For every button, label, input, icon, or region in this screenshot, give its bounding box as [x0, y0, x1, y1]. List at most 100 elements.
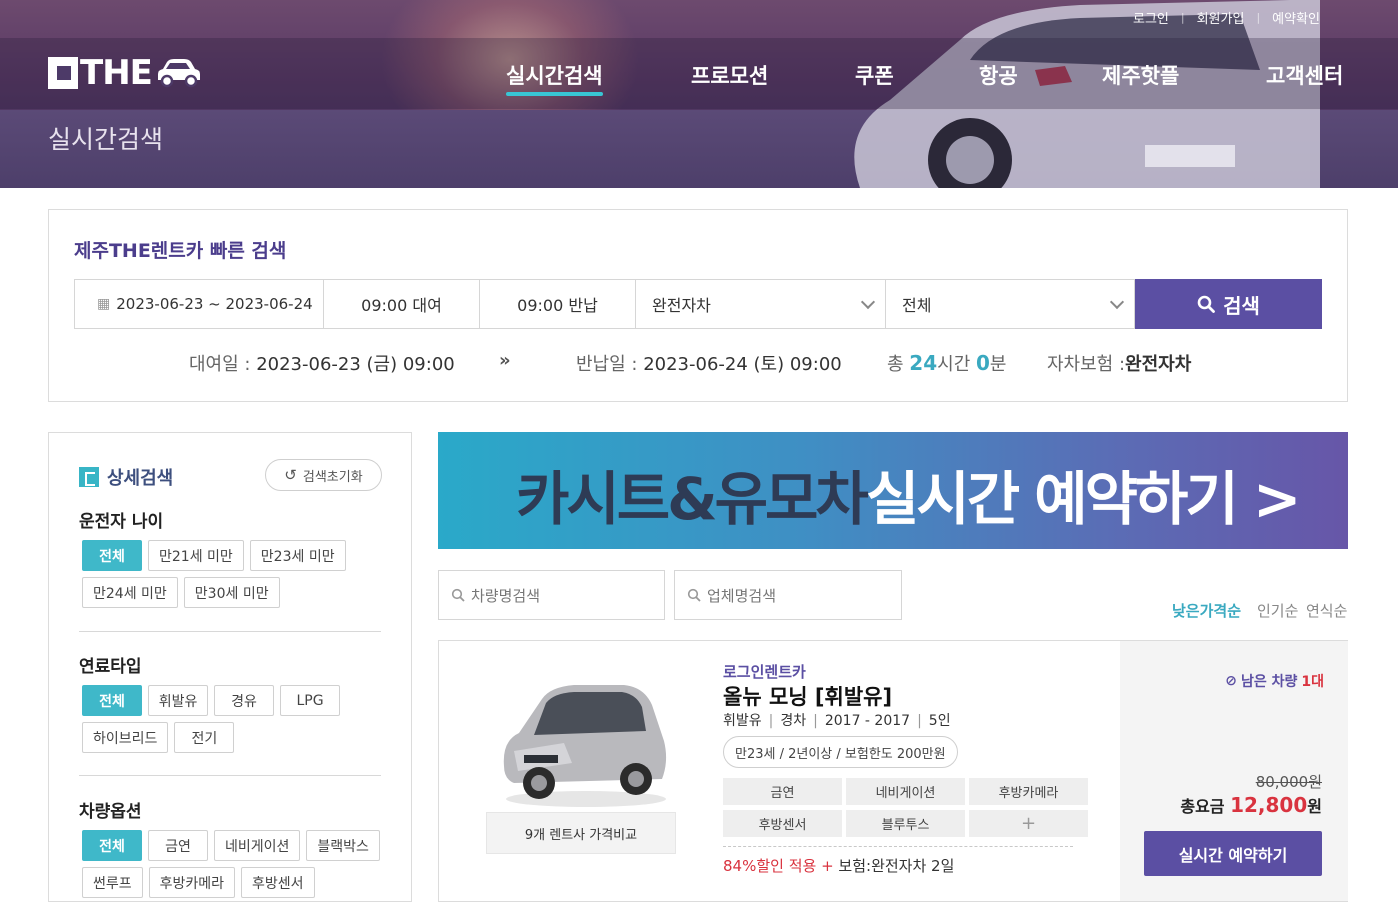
car-model-name[interactable]: 올뉴 모닝 [휘발유]	[723, 681, 892, 711]
insurance-info: 보험:완전자차 2일	[838, 857, 955, 875]
return-time-field[interactable]: 09:00 반납	[479, 279, 636, 329]
search-button[interactable]: 검색	[1135, 279, 1322, 329]
reset-search-button[interactable]: ↺ 검색초기화	[265, 459, 382, 491]
chevron-down-icon	[860, 294, 876, 309]
sort-popularity[interactable]: 인기순	[1257, 600, 1298, 621]
date-range-value: 2023-06-23 ~ 2023-06-24	[116, 295, 313, 313]
rent-date-summary: 대여일 : 2023-06-23 (금) 09:00	[189, 350, 455, 376]
search-icon	[1197, 295, 1215, 313]
driver-age-title: 운전자 나이	[79, 512, 164, 532]
total-price-amount: 12,800	[1230, 793, 1308, 817]
separator: |	[768, 713, 774, 729]
option-tag: 네비게이션	[846, 778, 965, 805]
option-no-smoking[interactable]: 금연	[148, 830, 208, 861]
return-date-label: 반납일 :	[576, 354, 638, 375]
pickup-time-field[interactable]: 09:00 대여	[323, 279, 480, 329]
duration-summary: 총 24시간 0분	[887, 350, 1006, 376]
price-compare-button[interactable]: 9개 렌트사 가격비교	[486, 812, 676, 854]
chevron-down-icon	[1109, 294, 1125, 309]
search-button-label: 검색	[1223, 293, 1260, 318]
pickup-time-value: 09:00 대여	[361, 296, 442, 315]
separator: |	[813, 713, 818, 729]
fuel-option-lpg[interactable]: LPG	[280, 685, 340, 716]
option-tag: 블루투스	[846, 810, 965, 837]
discount-plus: +	[816, 857, 839, 875]
return-time-value: 09:00 반납	[517, 296, 598, 315]
fuel-option-hybrid[interactable]: 하이브리드	[82, 722, 169, 753]
nav-coupon[interactable]: 쿠폰	[855, 60, 894, 90]
nav-realtime-search[interactable]: 실시간검색	[506, 60, 603, 96]
signup-link[interactable]: 회원가입	[1185, 8, 1257, 27]
spec-fuel: 휘발유	[723, 713, 762, 729]
reservation-check-link[interactable]: 예약확인	[1260, 8, 1332, 27]
spec-seats: 5인	[928, 713, 951, 729]
age-option-under30[interactable]: 만30세 미만	[183, 577, 280, 608]
duration-minutes-unit: 분	[989, 354, 1007, 375]
age-option-under23[interactable]: 만23세 미만	[249, 540, 346, 571]
page-title: 실시간검색	[48, 125, 164, 154]
duration-prefix: 총	[887, 354, 910, 375]
option-tag: 후방카메라	[969, 778, 1088, 805]
fuel-option-gasoline[interactable]: 휘발유	[148, 685, 208, 716]
banner-text-light: 실시간 예약하기 >	[866, 465, 1302, 533]
driver-age-options: 전체 만21세 미만 만23세 미만 만24세 미만 만30세 미만	[82, 540, 382, 608]
date-range-field[interactable]: ▦ 2023-06-23 ~ 2023-06-24	[74, 279, 324, 329]
nav-flight[interactable]: 항공	[979, 60, 1018, 90]
spec-year: 2017 - 2017	[824, 713, 911, 729]
car-image[interactable]	[494, 671, 674, 811]
age-option-under21[interactable]: 만21세 미만	[148, 540, 244, 571]
sort-lowest-price[interactable]: 낮은가격순	[1172, 600, 1241, 621]
carseat-stroller-banner[interactable]: 카시트&유모차 실시간 예약하기 >	[438, 432, 1348, 549]
banner-text-dark: 카시트&유모차	[516, 465, 869, 533]
original-price: 80,000원	[1255, 773, 1322, 791]
company-search-input[interactable]: 업체명검색	[674, 570, 902, 620]
fuel-option-diesel[interactable]: 경유	[214, 685, 274, 716]
option-tag: 후방센서	[723, 810, 842, 837]
age-option-under24[interactable]: 만24세 미만	[82, 577, 178, 608]
main-nav: 실시간검색 프로모션 쿠폰 항공 제주핫플 고객센터	[0, 60, 1398, 96]
nav-promotion[interactable]: 프로모션	[691, 60, 768, 90]
car-type-select[interactable]: 전체	[885, 279, 1135, 329]
fuel-option-electric[interactable]: 전기	[174, 722, 235, 753]
car-options-title: 차량옵션	[79, 802, 142, 822]
nav-jeju-hotplace[interactable]: 제주핫플	[1102, 60, 1179, 90]
option-navigation[interactable]: 네비게이션	[214, 830, 301, 861]
rental-conditions-badge: 만23세 / 2년이상 / 보험한도 200만원	[723, 736, 958, 768]
hero-header	[0, 0, 1398, 188]
insurance-value: 완전자차	[1125, 354, 1192, 375]
more-options-button[interactable]: +	[969, 810, 1088, 837]
discount-rate: 84%할인 적용	[723, 857, 817, 875]
age-option-all[interactable]: 전체	[82, 540, 142, 571]
nav-customer-center[interactable]: 고객센터	[1266, 60, 1343, 90]
option-blackbox[interactable]: 블랙박스	[306, 830, 380, 861]
detail-search-title: 상세검색	[79, 464, 173, 490]
divider	[79, 775, 381, 776]
calendar-icon: ▦	[97, 296, 111, 312]
return-date-summary: 반납일 : 2023-06-24 (토) 09:00	[576, 350, 842, 376]
sort-model-year[interactable]: 연식순	[1306, 600, 1347, 621]
realtime-booking-button[interactable]: 실시간 예약하기	[1144, 831, 1322, 876]
option-sunroof[interactable]: 썬루프	[82, 867, 143, 898]
insurance-summary: 자차보험 :완전자차	[1047, 350, 1191, 376]
option-all[interactable]: 전체	[82, 830, 142, 861]
check-circle-icon: ⊘	[1225, 673, 1237, 689]
total-price-label: 총요금	[1180, 797, 1231, 816]
option-rear-camera[interactable]: 후방카메라	[148, 867, 236, 898]
divider	[79, 631, 381, 632]
car-options-list: 전체 금연 네비게이션 블랙박스 썬루프 후방카메라 후방센서	[82, 830, 382, 898]
rental-company-name: 로그인렌트카	[723, 663, 806, 681]
quick-search-title: 제주THE렌트카 빠른 검색	[74, 240, 287, 262]
option-rear-sensor[interactable]: 후방센서	[241, 867, 315, 898]
car-type-select-value: 전체	[902, 296, 932, 315]
arrow-icon: »	[499, 350, 511, 371]
car-name-search-input[interactable]: 차량명검색	[438, 570, 665, 620]
discount-info: 84%할인 적용 + 보험:완전자차 2일	[723, 855, 954, 876]
price-panel: ⊘ 남은 차량 1대 80,000원 총요금 12,800원 실시간 예약하기	[1120, 641, 1348, 901]
rental-summary: 대여일 : 2023-06-23 (금) 09:00 » 반납일 : 2023-…	[49, 350, 1349, 380]
insurance-select[interactable]: 완전자차	[635, 279, 886, 329]
reset-search-label: 검색초기화	[302, 469, 363, 485]
fuel-option-all[interactable]: 전체	[82, 685, 142, 716]
remaining-cars: ⊘ 남은 차량 1대	[1225, 671, 1324, 691]
rent-date-value: 2023-06-23 (금) 09:00	[256, 354, 455, 375]
login-link[interactable]: 로그인	[1121, 8, 1181, 27]
